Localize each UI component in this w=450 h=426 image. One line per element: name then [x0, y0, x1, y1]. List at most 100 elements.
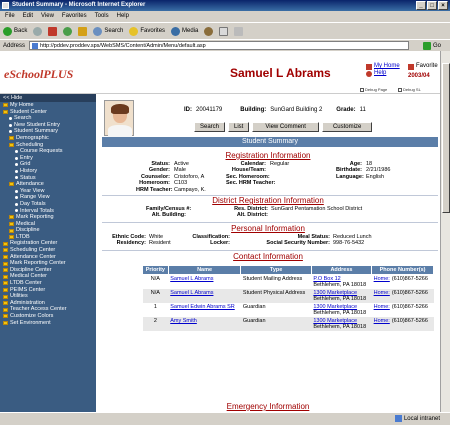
menu-view[interactable]: View [41, 11, 54, 22]
sidebar-item-customize-colors[interactable]: Customize Colors [0, 313, 96, 320]
customize-button[interactable]: Customize [321, 122, 373, 132]
view-comment-button[interactable]: View Comment [252, 122, 319, 132]
debug-page-checkbox[interactable]: Debug Page [360, 87, 387, 92]
window-controls: _ □ × [416, 1, 448, 10]
sidebar-item-status[interactable]: Status [0, 175, 96, 182]
phone-type-link[interactable]: Home: [374, 304, 390, 310]
menu-file[interactable]: File [5, 11, 15, 22]
back-button[interactable]: Back [3, 26, 27, 36]
sidebar-item-medical-center[interactable]: Medical Center [0, 273, 96, 280]
phone-type-link[interactable]: Home: [374, 276, 390, 282]
print-button[interactable] [234, 26, 244, 36]
folder-icon [3, 314, 8, 319]
contact-heading[interactable]: Contact Information [96, 252, 440, 261]
close-button[interactable]: × [438, 1, 448, 10]
phone-number: (610)867-5266 [391, 290, 428, 296]
menu-tools[interactable]: Tools [95, 11, 109, 22]
sidebar-item-entry[interactable]: Entry [0, 155, 96, 162]
sidebar-item-new-student-entry[interactable]: New Student Entry [0, 122, 96, 129]
sidebar-item-course-requests[interactable]: Course Requests [0, 148, 96, 155]
district-heading[interactable]: District Registration Information [96, 196, 440, 205]
sidebar-item-student-summary[interactable]: Student Summary [0, 128, 96, 135]
sidebar-item-registration-center[interactable]: Registration Center [0, 240, 96, 247]
sidebar-item-label: Scheduling Center [10, 247, 56, 254]
printer-icon [234, 26, 244, 36]
menu-favorites[interactable]: Favorites [62, 11, 87, 22]
sidebar-item-administration[interactable]: Administration [0, 300, 96, 307]
contact-name-link[interactable]: Samuel L Abrams [170, 290, 213, 296]
contacts-table: Priority Name Type Address Phone Number(s) N… [142, 265, 434, 331]
field-label: HRM Teacher: [136, 186, 173, 193]
address-input[interactable]: http://pddev.proddev.sps/WebSMS/Content/… [29, 41, 410, 50]
list-button[interactable]: List [228, 122, 250, 132]
sidebar-item-set-environment[interactable]: Set Environment [0, 320, 96, 327]
mail-button[interactable] [219, 26, 229, 36]
eschoolplus-logo[interactable]: eSchoolPLUS [4, 67, 73, 82]
hide-sidebar-link[interactable]: << Hide [0, 94, 96, 102]
contact-name-link[interactable]: Amy Smith [170, 318, 197, 324]
phone-number: (610)867-5266 [391, 304, 428, 310]
sidebar-item-range-view[interactable]: Range View [0, 194, 96, 201]
sidebar-item-day-totals[interactable]: Day Totals [0, 201, 96, 208]
go-button[interactable]: Go [423, 41, 441, 50]
my-home-link[interactable]: My Home [366, 63, 400, 70]
sidebar-item-grid[interactable]: Grid [0, 161, 96, 168]
school-year: 2003/04 [408, 73, 430, 79]
sidebar-item-medical[interactable]: Medical [0, 221, 96, 228]
phone-type-link[interactable]: Home: [374, 318, 390, 324]
field-value: Campayo, K. [174, 186, 206, 193]
minimize-button[interactable]: _ [416, 1, 426, 10]
history-button[interactable] [204, 26, 214, 36]
sidebar-item-discipline[interactable]: Discipline [0, 227, 96, 234]
registration-heading[interactable]: Registration Information [96, 151, 440, 160]
emergency-heading[interactable]: Emergency Information [96, 402, 440, 411]
sidebar-item-scheduling-center[interactable]: Scheduling Center [0, 247, 96, 254]
sidebar-item-label: Interval Totals [20, 207, 54, 214]
sidebar-item-discipline-center[interactable]: Discipline Center [0, 267, 96, 274]
maximize-button[interactable]: □ [427, 1, 437, 10]
contact-priority: N/A [142, 289, 169, 303]
media-button[interactable]: Media [171, 26, 199, 36]
search-button[interactable]: Search [93, 26, 123, 36]
menu-edit[interactable]: Edit [23, 11, 33, 22]
page-content: eSchoolPLUS Samuel L Abrams My Home Help… [0, 51, 440, 412]
sidebar-item-teacher-access-center[interactable]: Teacher Access Center [0, 306, 96, 313]
sidebar-item-utilities[interactable]: Utilities [0, 293, 96, 300]
scroll-thumb[interactable] [442, 63, 450, 213]
sidebar-item-demographic[interactable]: Demographic [0, 135, 96, 142]
contact-name-link[interactable]: Samuel Edwin Abrams SR [170, 304, 235, 310]
help-icon [366, 70, 372, 77]
debug-sl-checkbox[interactable]: Debug SL [398, 87, 421, 92]
home-button[interactable] [78, 26, 88, 36]
search-student-button[interactable]: Search [194, 122, 226, 132]
personal-heading[interactable]: Personal Information [96, 224, 440, 233]
sidebar-item-scheduling[interactable]: Scheduling [0, 142, 96, 149]
stop-button[interactable] [48, 26, 58, 36]
sidebar-item-interval-totals[interactable]: Interval Totals [0, 208, 96, 215]
media-label: Media [182, 28, 199, 34]
phone-type-link[interactable]: Home: [374, 290, 390, 296]
favorite-link[interactable]: Favorite [408, 63, 438, 70]
sidebar-item-ltdb-center[interactable]: LTDB Center [0, 280, 96, 287]
sidebar-item-peims-center[interactable]: PEIMS Center [0, 287, 96, 294]
favorites-button[interactable]: Favorites [129, 26, 165, 36]
sidebar-item-my-home[interactable]: My Home [0, 102, 96, 109]
sidebar-item-search[interactable]: Search [0, 115, 96, 122]
contact-phone: Home: (610)867-5266 [371, 317, 434, 331]
contact-name-link[interactable]: Samuel L Abrams [170, 276, 213, 282]
sidebar-item-mark-reporting-center[interactable]: Mark Reporting Center [0, 260, 96, 267]
sidebar-item-student-center[interactable]: Student Center [0, 109, 96, 116]
sidebar-item-year-view[interactable]: Year View [0, 188, 96, 195]
sidebar-item-mark-reporting[interactable]: Mark Reporting [0, 214, 96, 221]
sidebar-item-history[interactable]: History [0, 168, 96, 175]
vertical-scrollbar[interactable] [440, 51, 450, 412]
sidebar-item-ltdb[interactable]: LTDB [0, 234, 96, 241]
sidebar-item-label: Medical Center [10, 273, 47, 280]
refresh-button[interactable] [63, 26, 73, 36]
sidebar-item-attendance-center[interactable]: Attendance Center [0, 254, 96, 261]
sidebar-item-attendance[interactable]: Attendance [0, 181, 96, 188]
forward-button[interactable] [33, 26, 43, 36]
menu-help[interactable]: Help [117, 11, 129, 22]
folder-icon [3, 307, 8, 312]
help-link[interactable]: Help [366, 70, 400, 77]
